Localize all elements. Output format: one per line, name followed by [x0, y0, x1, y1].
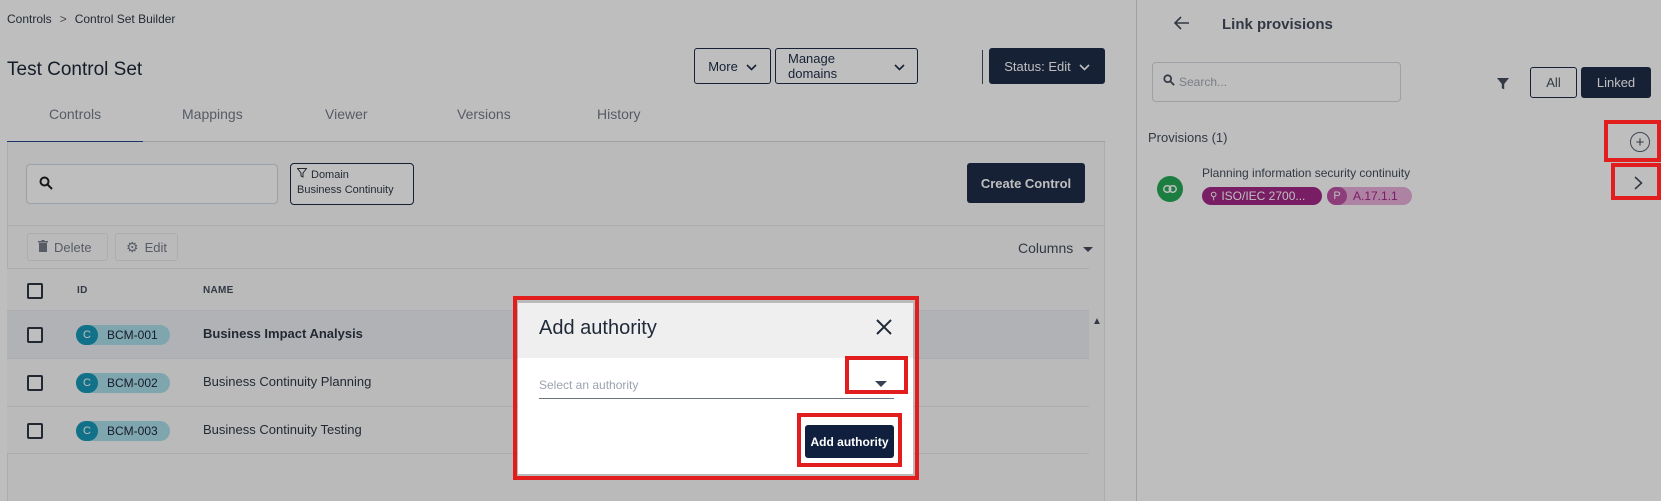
highlight-box [1611, 163, 1661, 200]
close-icon[interactable] [876, 315, 892, 341]
highlight-box [845, 356, 908, 394]
highlight-box [1604, 120, 1661, 162]
dialog-header: Add authority [518, 303, 913, 358]
highlight-box [797, 413, 902, 467]
select-placeholder: Select an authority [539, 378, 639, 392]
dialog-title: Add authority [539, 317, 657, 339]
authority-select[interactable]: Select an authority [539, 371, 894, 399]
